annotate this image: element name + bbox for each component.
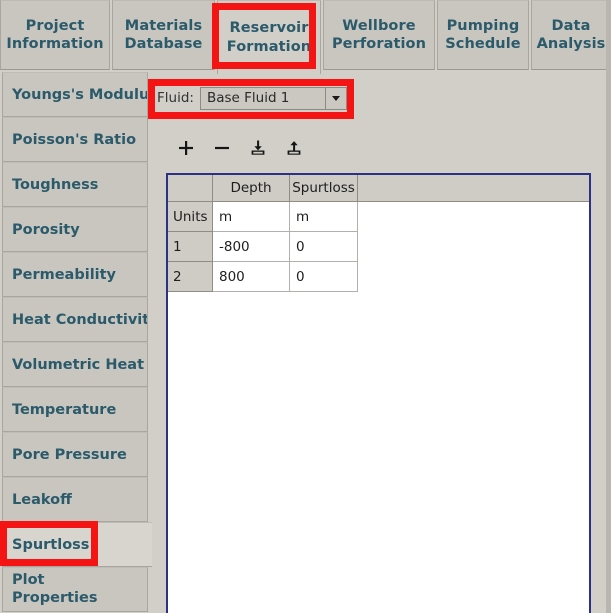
row-filler [358, 232, 589, 262]
row-header-2[interactable]: 2 [168, 262, 213, 292]
table-toolbar [168, 135, 312, 161]
cell-1-spurtloss[interactable]: 0 [290, 232, 358, 262]
remove-row-button[interactable] [204, 135, 240, 161]
sidebar-item-porosity[interactable]: Porosity [2, 207, 148, 252]
row-header-units[interactable]: Units [168, 202, 213, 232]
sidebar-item-label: Temperature [12, 401, 117, 418]
tab-label: Pumping Schedule [445, 17, 521, 52]
add-row-button[interactable] [168, 135, 204, 161]
import-button[interactable] [240, 135, 276, 161]
table-header-filler [358, 175, 589, 202]
tab-label: Project Information [6, 17, 104, 52]
table-row[interactable]: 2 800 0 [168, 262, 589, 292]
chevron-down-icon[interactable] [324, 87, 346, 109]
sidebar-item-toughness[interactable]: Toughness [2, 162, 148, 207]
sidebar-item-label: Poisson's Ratio [12, 131, 137, 148]
tab-data-analysis[interactable]: Data Analysis [531, 0, 611, 70]
cell-1-depth[interactable]: -800 [213, 232, 290, 262]
sidebar-item-heat-conductivity[interactable]: Heat Conductivity [2, 297, 148, 342]
table-row[interactable]: 1 -800 0 [168, 232, 589, 262]
sidebar-item-temperature[interactable]: Temperature [2, 387, 148, 432]
tab-wellbore-perforation[interactable]: Wellbore Perforation [323, 0, 435, 70]
sidebar-item-pore-pressure[interactable]: Pore Pressure [2, 432, 148, 477]
row-filler [358, 202, 589, 232]
sidebar-item-label: Toughness [12, 176, 99, 193]
tab-project-information[interactable]: Project Information [0, 0, 110, 70]
sidebar-item-label: Volumetric Heat C [12, 356, 148, 373]
table-corner-header[interactable] [168, 175, 213, 202]
column-header-depth[interactable]: Depth [213, 175, 290, 202]
window-right-edge [606, 0, 611, 613]
sidebar-item-label: Plot Properties [12, 572, 98, 606]
tab-label: Materials Database [124, 17, 203, 52]
sidebar-item-label: Leakoff [12, 491, 72, 508]
minus-icon [215, 146, 229, 150]
sidebar-item-leakoff[interactable]: Leakoff [2, 477, 148, 522]
sidebar-item-label: Youngs's Modulus [12, 86, 148, 103]
fluid-dropdown[interactable]: Base Fluid 1 [199, 86, 347, 110]
fluid-selector-row: Fluid: Base Fluid 1 [157, 86, 347, 110]
sidebar-item-label: Pore Pressure [12, 446, 127, 463]
sidebar-item-plot-properties[interactable]: Plot Properties [2, 567, 148, 612]
property-sidebar: Youngs's Modulus Poisson's Ratio Toughne… [0, 72, 152, 613]
tab-reservoir-formation[interactable]: Reservoir Formation [217, 0, 321, 74]
table-header-row: Depth Spurtloss [168, 175, 589, 202]
cell-units-spurtloss[interactable]: m [290, 202, 358, 232]
row-header-1[interactable]: 1 [168, 232, 213, 262]
tab-materials-database[interactable]: Materials Database [112, 0, 215, 70]
cell-2-spurtloss[interactable]: 0 [290, 262, 358, 292]
tab-label: Wellbore Perforation [331, 17, 427, 52]
fluid-label: Fluid: [157, 90, 194, 106]
sidebar-item-volumetric-heat-capacity[interactable]: Volumetric Heat C [2, 342, 148, 387]
cell-2-depth[interactable]: 800 [213, 262, 290, 292]
export-button[interactable] [276, 135, 312, 161]
sidebar-item-label: Spurtloss [12, 536, 90, 553]
tab-pumping-schedule[interactable]: Pumping Schedule [437, 0, 529, 70]
sidebar-item-spurtloss[interactable]: Spurtloss [2, 522, 152, 567]
tab-label: Data Analysis [536, 17, 606, 52]
sidebar-item-label: Porosity [12, 221, 80, 238]
table-empty-area[interactable] [168, 292, 589, 582]
upload-icon [287, 141, 301, 155]
fluid-dropdown-value: Base Fluid 1 [206, 90, 290, 106]
sidebar-item-poissons-ratio[interactable]: Poisson's Ratio [2, 117, 148, 162]
sidebar-item-label: Permeability [12, 266, 117, 283]
table-row[interactable]: Units m m [168, 202, 589, 232]
row-filler [358, 262, 589, 292]
sidebar-item-label: Heat Conductivity [12, 311, 148, 328]
column-header-spurtloss[interactable]: Spurtloss [290, 175, 358, 202]
download-icon [251, 140, 265, 155]
plus-icon [179, 141, 193, 155]
tab-label: Reservoir Formation [226, 20, 312, 55]
cell-units-depth[interactable]: m [213, 202, 290, 232]
application-window: Project Information Materials Database R… [0, 0, 611, 613]
content-panel: Fluid: Base Fluid 1 Depth Spurtloss Unit… [152, 72, 611, 613]
main-tab-bar: Project Information Materials Database R… [0, 0, 611, 74]
spurtloss-data-table[interactable]: Depth Spurtloss Units m m 1 -800 0 2 800… [166, 173, 591, 613]
sidebar-item-youngs-modulus[interactable]: Youngs's Modulus [2, 72, 148, 117]
sidebar-item-permeability[interactable]: Permeability [2, 252, 148, 297]
